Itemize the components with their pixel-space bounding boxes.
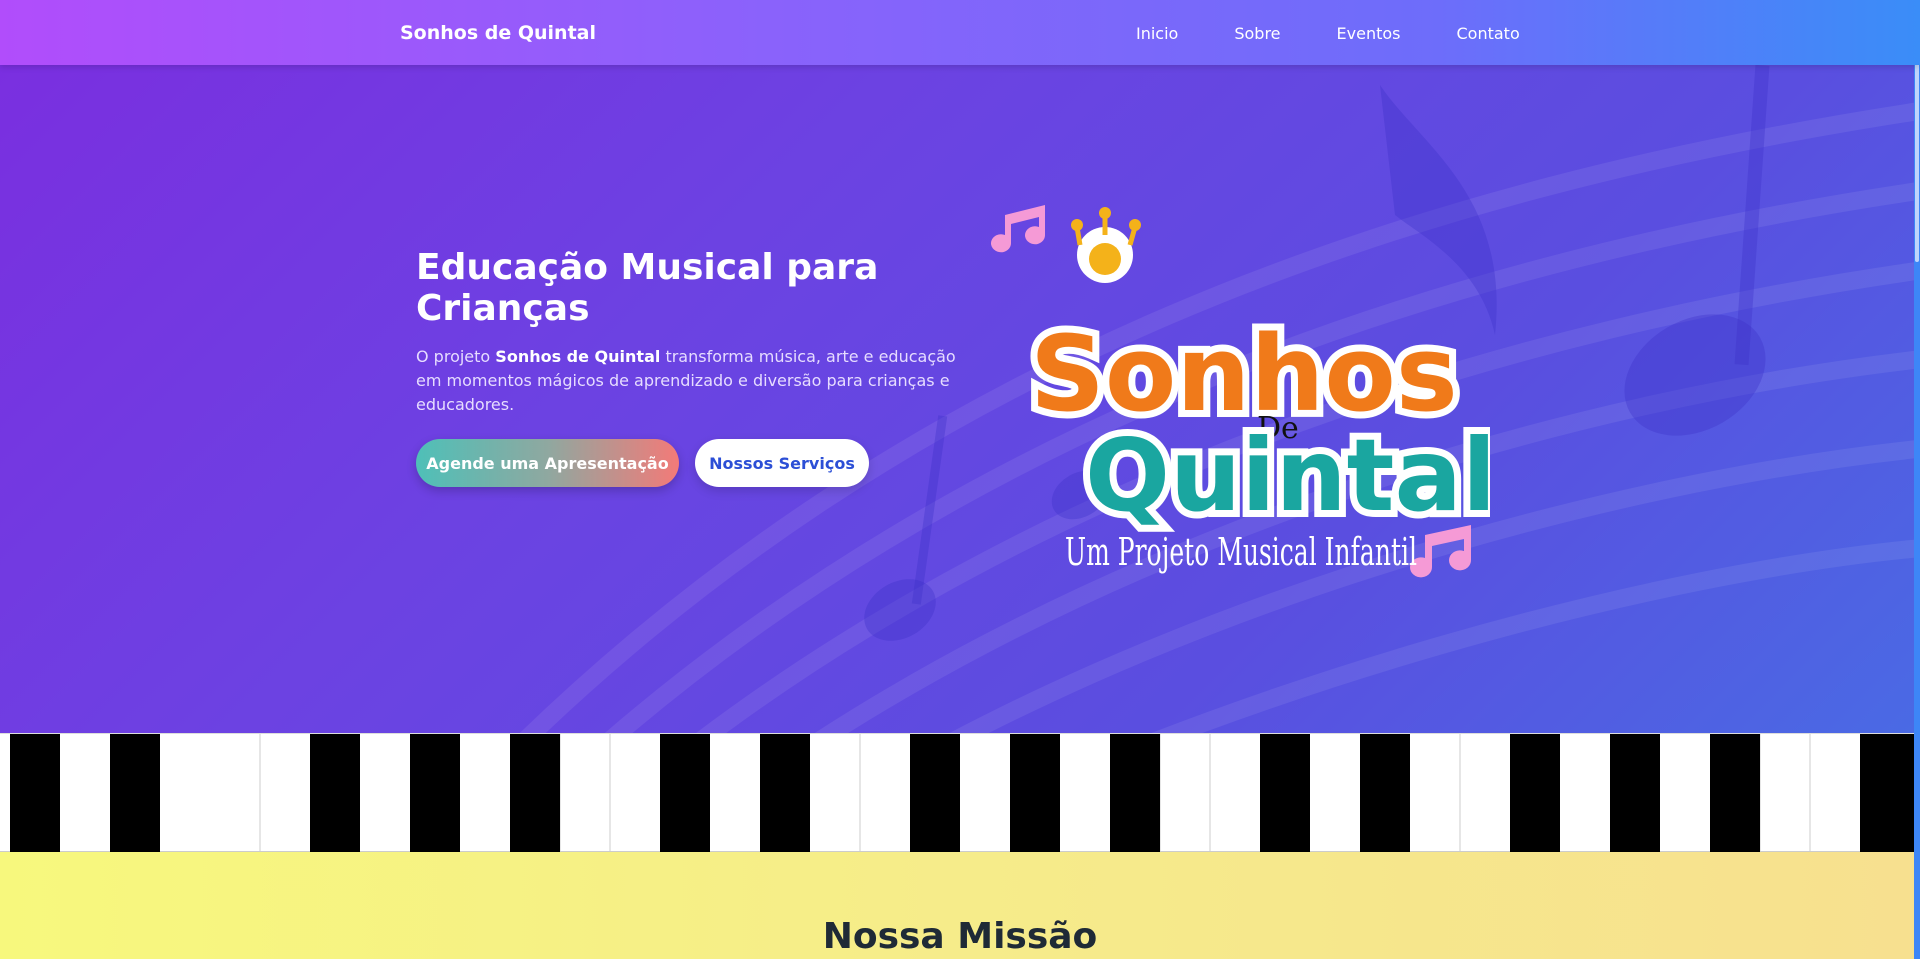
nav-links: Inicio Sobre Eventos Contato bbox=[1136, 24, 1576, 43]
piano-keyboard bbox=[0, 733, 1920, 853]
piano-keys bbox=[10, 734, 1920, 853]
music-staff-background bbox=[519, 65, 1920, 733]
nav-link-contato[interactable]: Contato bbox=[1456, 24, 1519, 43]
hero-title: Educação Musical para Crianças bbox=[416, 247, 879, 329]
music-note-icon bbox=[991, 205, 1046, 253]
nav-link-sobre[interactable]: Sobre bbox=[1234, 24, 1280, 43]
schedule-presentation-button[interactable]: Agende uma Apresentação bbox=[416, 439, 679, 487]
sonhos-de-quintal-logo: Sonhos De Quintal Um Projeto Musical Inf… bbox=[991, 205, 1490, 578]
navbar: Sonhos de Quintal Inicio Sobre Eventos C… bbox=[0, 0, 1920, 65]
hero-desc-prefix: O projeto bbox=[416, 347, 496, 366]
hero-description: O projeto Sonhos de Quintal transforma m… bbox=[416, 345, 956, 417]
our-services-button[interactable]: Nossos Serviços bbox=[695, 439, 869, 487]
page-scrollbar[interactable] bbox=[1914, 0, 1920, 959]
logo-word-quintal: Quintal bbox=[1085, 417, 1490, 534]
nav-link-eventos[interactable]: Eventos bbox=[1337, 24, 1401, 43]
logo-tagline: Um Projeto Musical Infantil bbox=[1065, 530, 1417, 574]
hero-section: Educação Musical para Crianças O projeto… bbox=[0, 65, 1920, 733]
nav-link-inicio[interactable]: Inicio bbox=[1136, 24, 1178, 43]
brand-link[interactable]: Sonhos de Quintal bbox=[400, 22, 596, 44]
cymbal-icon bbox=[1071, 207, 1141, 283]
mission-section: Nossa Missão bbox=[0, 852, 1920, 959]
mission-title: Nossa Missão bbox=[822, 916, 1098, 957]
hero-desc-bold: Sonhos de Quintal bbox=[495, 347, 661, 366]
